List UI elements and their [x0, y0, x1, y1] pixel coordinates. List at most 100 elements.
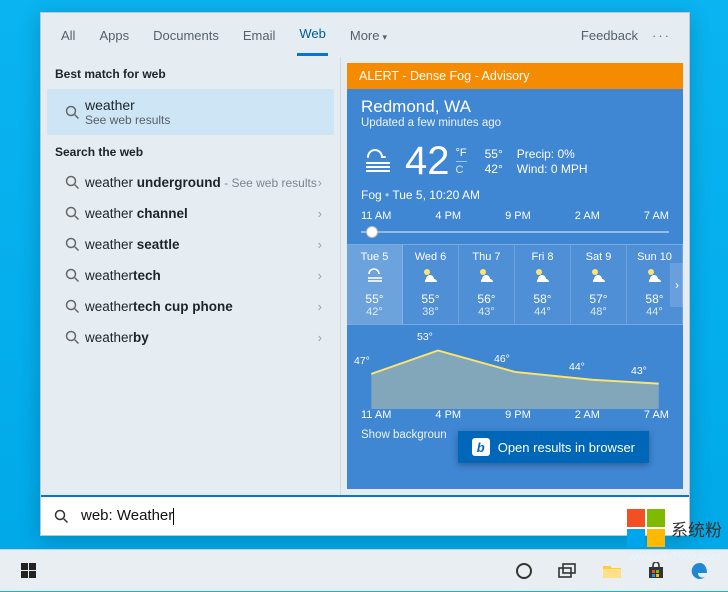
feedback-link[interactable]: Feedback	[581, 28, 638, 43]
precip: Precip: 0%	[517, 147, 588, 162]
best-match-title: weather	[85, 97, 322, 113]
chevron-right-icon: ›	[318, 268, 322, 283]
task-view-icon[interactable]	[546, 550, 590, 592]
wind: Wind: 0 MPH	[517, 162, 588, 177]
unit-fahrenheit[interactable]: °F	[456, 147, 467, 162]
day-label: Fri 8	[515, 251, 570, 263]
spark-point: 43°	[631, 365, 647, 377]
day-label: Tue 5	[347, 251, 402, 263]
suggestion-item[interactable]: weatherby›	[47, 322, 334, 353]
search-icon	[59, 105, 85, 120]
cortana-icon[interactable]	[502, 550, 546, 592]
chevron-right-icon: ›	[318, 299, 322, 314]
best-match-label: Best match for web	[41, 57, 340, 89]
more-options-button[interactable]: ···	[652, 28, 671, 43]
best-match-item[interactable]: weather See web results	[47, 89, 334, 135]
search-bar[interactable]: web: Weather	[41, 495, 689, 535]
search-panel: All Apps Documents Email Web More▾ Feedb…	[40, 12, 690, 536]
suggestion-text: weathertech cup phone	[85, 299, 318, 314]
day-low: 38°	[403, 306, 458, 318]
weather-location: Redmond, WA	[361, 97, 669, 117]
slider-thumb[interactable]	[366, 226, 378, 238]
temp-sparkline: 47° 53° 46° 44° 43°	[347, 325, 683, 409]
watermark: 系统粉	[627, 509, 722, 547]
day-high: 57°	[571, 292, 626, 306]
weather-icon	[403, 266, 458, 289]
hour-label: 2 AM	[575, 210, 600, 222]
search-icon	[59, 299, 85, 314]
search-icon	[59, 268, 85, 283]
weather-card: ALERT - Dense Fog - Advisory Redmond, WA…	[347, 63, 683, 489]
watermark-site: www.win7999.com	[629, 551, 720, 563]
microsoft-logo-icon	[627, 509, 665, 547]
spark-point: 47°	[354, 355, 370, 367]
day-low: 44°	[515, 306, 570, 318]
weather-icon	[515, 266, 570, 289]
fog-icon	[361, 143, 395, 181]
preview-pane: ALERT - Dense Fog - Advisory Redmond, WA…	[341, 57, 689, 495]
search-icon	[41, 509, 81, 524]
forecast-day[interactable]: Sat 957°48°	[571, 245, 627, 324]
tab-more[interactable]: More▾	[348, 16, 389, 55]
suggestion-item[interactable]: weathertech cup phone›	[47, 291, 334, 322]
open-in-browser-button[interactable]: b Open results in browser	[458, 431, 649, 463]
forecast-day[interactable]: Thu 756°43°	[459, 245, 515, 324]
temp-low: 42°	[485, 162, 503, 177]
day-high: 55°	[403, 292, 458, 306]
forecast-day[interactable]: Tue 555°42°	[347, 245, 403, 324]
tab-apps[interactable]: Apps	[97, 16, 131, 55]
taskbar-search-area[interactable]	[50, 550, 502, 592]
search-icon	[59, 237, 85, 252]
day-low: 44°	[627, 306, 682, 318]
weather-updated: Updated a few minutes ago	[361, 117, 669, 129]
suggestion-text: weather underground - See web results	[85, 175, 318, 190]
unit-celsius[interactable]: C	[456, 164, 467, 177]
condition-line: Fog • Tue 5, 10:20 AM	[347, 186, 683, 210]
file-explorer-icon[interactable]	[590, 550, 634, 592]
search-input[interactable]: web: Weather	[81, 507, 689, 525]
day-low: 43°	[459, 306, 514, 318]
hour-label: 7 AM	[644, 210, 669, 222]
chevron-right-icon[interactable]: ›	[670, 263, 683, 307]
day-label: Sun 10	[627, 251, 682, 263]
weather-icon	[571, 266, 626, 289]
tab-all[interactable]: All	[59, 16, 77, 55]
weather-icon	[347, 266, 402, 289]
tab-web[interactable]: Web	[297, 14, 328, 56]
suggestion-text: weatherby	[85, 330, 318, 345]
chevron-right-icon: ›	[318, 330, 322, 345]
search-icon	[59, 206, 85, 221]
tab-bar: All Apps Documents Email Web More▾ Feedb…	[41, 13, 689, 57]
temp-high: 55°	[485, 147, 503, 162]
chevron-down-icon: ▾	[382, 32, 387, 42]
spark-point: 53°	[417, 331, 433, 343]
hour-label: 9 PM	[505, 210, 531, 222]
start-button[interactable]	[6, 550, 50, 592]
forecast-day[interactable]: Wed 6 55°38°	[403, 245, 459, 324]
hourly-slider[interactable]	[361, 224, 669, 240]
search-icon	[59, 175, 85, 190]
suggestion-text: weather channel	[85, 206, 318, 221]
day-label: Sat 9	[571, 251, 626, 263]
tab-email[interactable]: Email	[241, 16, 278, 55]
day-high: 56°	[459, 292, 514, 306]
day-high: 55°	[347, 292, 402, 306]
daily-forecast: Tue 555°42°Wed 655°38°Thu 756°43°Fri 858…	[347, 244, 683, 325]
bing-icon: b	[472, 438, 490, 456]
suggestion-item[interactable]: weather channel›	[47, 198, 334, 229]
forecast-day[interactable]: Fri 858°44°	[515, 245, 571, 324]
spark-point: 46°	[494, 353, 510, 365]
weather-alert[interactable]: ALERT - Dense Fog - Advisory	[347, 63, 683, 89]
suggestion-text: weathertech	[85, 268, 318, 283]
chevron-right-icon: ›	[318, 237, 322, 252]
chevron-right-icon: ›	[318, 206, 322, 221]
suggestion-item[interactable]: weathertech›	[47, 260, 334, 291]
suggestion-item[interactable]: weather underground - See web results›	[47, 167, 334, 198]
spark-point: 44°	[569, 361, 585, 373]
day-label: Wed 6	[403, 251, 458, 263]
suggestion-item[interactable]: weather seattle›	[47, 229, 334, 260]
chevron-right-icon: ›	[318, 175, 322, 190]
tab-documents[interactable]: Documents	[151, 16, 221, 55]
best-match-subtitle: See web results	[85, 113, 322, 127]
suggestion-text: weather seattle	[85, 237, 318, 252]
